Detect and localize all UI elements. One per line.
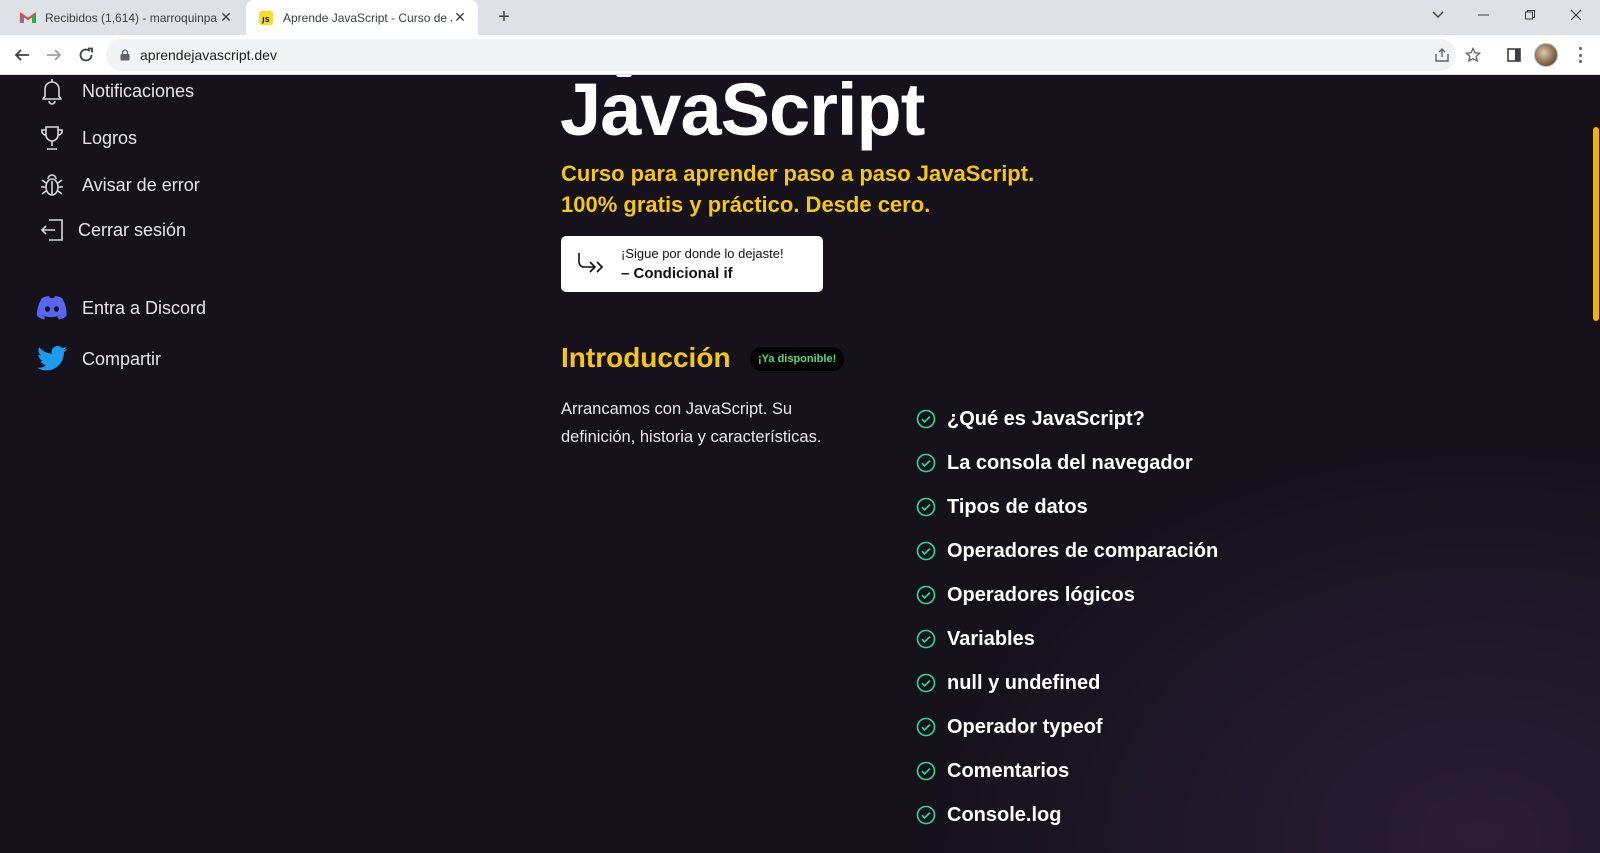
trophy-icon [36,122,68,154]
forward-button[interactable] [40,41,68,69]
lesson-list: ¿Qué es JavaScript? La consola del naveg… [916,397,1218,837]
section-description: Arrancamos con JavaScript. Su definición… [561,400,822,446]
restore-button[interactable] [1508,0,1552,30]
logout-icon [36,214,68,246]
check-circle-icon [916,761,936,781]
sidebar-item-label: Compartir [82,348,162,369]
sidebar-item-compartir[interactable]: Compartir [36,343,161,375]
lesson-title: Operadores lógicos [947,583,1135,606]
twitter-icon [36,343,68,375]
check-circle-icon [916,453,936,473]
check-circle-icon [916,497,936,517]
section-title: Introducción [561,342,731,373]
gmail-icon [20,10,36,26]
sidebar-item-label: Cerrar sesión [78,219,187,240]
browser-toolbar: aprendejavascript.dev [0,35,1600,75]
tab-strip: Recibidos (1,614) - marroquinpar ✕ JS Ap… [0,0,1600,35]
status-badge: ¡Ya disponible! [750,347,845,371]
sidebar-item-avisar-error[interactable]: Avisar de error [36,169,200,201]
resume-label: ¡Sigue por donde lo dejaste! [621,246,784,261]
lesson-item[interactable]: ¿Qué es JavaScript? [916,397,1218,441]
resume-lesson: – Condicional if [621,265,733,282]
lesson-item[interactable]: Operador typeof [916,705,1218,749]
check-circle-icon [916,585,936,605]
lesson-item[interactable]: Tipos de datos [916,485,1218,529]
lesson-item[interactable]: La consola del navegador [916,441,1218,485]
close-tab-icon[interactable]: ✕ [218,9,234,26]
lesson-item[interactable]: Operadores lógicos [916,573,1218,617]
share-icon[interactable] [1430,43,1454,67]
page-subtitle: Curso para aprender paso a paso JavaScri… [561,158,1034,220]
subtitle-line-1: Curso para aprender paso a paso JavaScri… [561,161,1035,186]
arrow-turn-right-icon [573,246,609,282]
js-favicon-icon: JS [258,10,274,26]
sidebar-item-notificaciones[interactable]: Notificaciones [36,75,194,107]
bell-icon [36,75,68,107]
tab-title: Aprende JavaScript - Curso de JavaScript [283,10,452,25]
lesson-item[interactable]: Variables [916,617,1218,661]
lesson-item[interactable]: Comentarios [916,749,1218,793]
address-bar[interactable]: aprendejavascript.dev [106,39,1456,71]
sidebar-item-logros[interactable]: Logros [36,122,137,154]
sidebar-item-label: Avisar de error [82,174,200,195]
check-circle-icon [916,805,936,825]
lesson-title: Console.log [947,803,1062,826]
subtitle-line-2: 100% gratis y práctico. Desde cero. [561,192,931,217]
resume-lesson-button[interactable]: ¡Sigue por donde lo dejaste! – Condicion… [561,236,823,292]
check-circle-icon [916,717,936,737]
lesson-title: Operadores de comparación [947,539,1219,562]
tab-title: Recibidos (1,614) - marroquinpar [45,10,218,25]
lesson-item[interactable]: Operadores de comparación [916,529,1218,573]
new-tab-button[interactable]: + [492,6,516,30]
reload-button[interactable] [72,41,100,69]
bookmark-star-icon[interactable] [1461,43,1485,67]
url-text: aprendejavascript.dev [140,47,277,63]
sidebar-item-label: Notificaciones [82,80,195,101]
sidebar-item-label: Entra a Discord [82,297,207,318]
more-menu-icon[interactable] [1570,45,1590,65]
close-window-button[interactable] [1554,0,1598,30]
side-panel-icon[interactable] [1502,43,1526,67]
lesson-title: Operador typeof [947,715,1103,738]
lesson-title: Tipos de datos [947,495,1088,518]
close-tab-icon[interactable]: ✕ [452,9,468,26]
check-circle-icon [916,541,936,561]
check-circle-icon [916,629,936,649]
bug-icon [36,169,68,201]
lock-icon [120,49,130,61]
tab-aprendejavascript[interactable]: JS Aprende JavaScript - Curso de JavaScr… [246,0,478,35]
tab-search-icon[interactable] [1416,0,1460,30]
lesson-title: ¿Qué es JavaScript? [947,407,1145,430]
discord-icon [36,292,68,324]
lesson-title: Comentarios [947,759,1070,782]
page-title: JavaScript [560,75,925,151]
sidebar-item-discord[interactable]: Entra a Discord [36,292,206,324]
sidebar-item-cerrar-sesion[interactable]: Cerrar sesión [36,214,186,246]
lesson-item[interactable]: Console.log [916,793,1218,837]
lesson-title: null y undefined [947,671,1101,694]
check-circle-icon [916,409,936,429]
page-scrollbar[interactable] [1592,75,1600,853]
lesson-title: Variables [947,627,1035,650]
sidebar-item-label: Logros [82,127,138,148]
profile-avatar[interactable] [1534,43,1558,67]
lesson-title: La consola del navegador [947,451,1193,474]
check-circle-icon [916,673,936,693]
page-content: Notificaciones Logros Avisar de error Ce… [0,75,1600,853]
scrollbar-thumb[interactable] [1593,127,1599,321]
minimize-button[interactable] [1462,0,1506,30]
lesson-item[interactable]: null y undefined [916,661,1218,705]
tab-gmail[interactable]: Recibidos (1,614) - marroquinpar ✕ [8,0,244,35]
back-button[interactable] [8,41,36,69]
